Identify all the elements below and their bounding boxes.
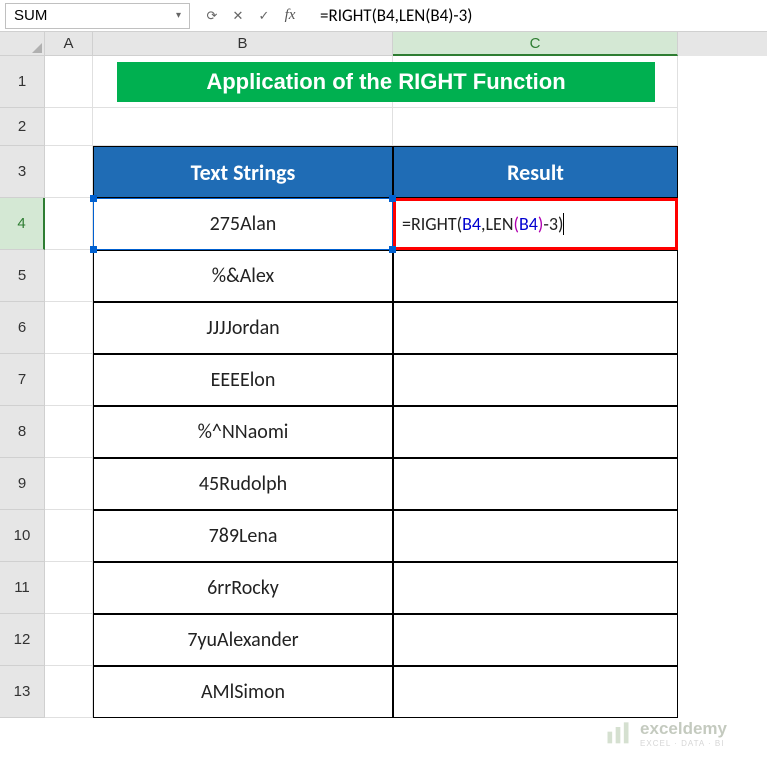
cell-a1[interactable] (45, 56, 93, 108)
cell-c4-editing[interactable]: =RIGHT(B4,LEN(B4)-3) (393, 198, 678, 250)
cancel-icon[interactable]: ✕ (226, 4, 250, 28)
formula-part-3: ,LEN (481, 213, 513, 235)
title-banner: Application of the RIGHT Function (117, 62, 655, 102)
cell-a10[interactable] (45, 510, 93, 562)
row-header-6[interactable]: 6 (0, 302, 45, 354)
watermark-brand: exceldemy (640, 719, 727, 739)
fx-icon[interactable]: fx (278, 4, 302, 28)
cell-b6[interactable]: JJJJordan (93, 302, 393, 354)
select-all-triangle-icon (32, 43, 42, 53)
cell-b9[interactable]: 45Rudolph (93, 458, 393, 510)
cell-a12[interactable] (45, 614, 93, 666)
row-header-5[interactable]: 5 (0, 250, 45, 302)
row-header-11[interactable]: 11 (0, 562, 45, 614)
cell-a9[interactable] (45, 458, 93, 510)
watermark-logo-icon (604, 720, 632, 748)
cell-b13[interactable]: AMlSimon (93, 666, 393, 718)
formula-bar-section: SUM ▾ ⟳ ✕ ✓ fx =RIGHT(B4,LEN(B4)-3) (0, 0, 767, 32)
row-header-col: 1 2 3 4 5 6 7 8 9 10 11 12 13 (0, 56, 45, 718)
cell-a8[interactable] (45, 406, 93, 458)
row-header-12[interactable]: 12 (0, 614, 45, 666)
row-header-3[interactable]: 3 (0, 146, 45, 198)
row-header-4[interactable]: 4 (0, 198, 45, 250)
col-header-a[interactable]: A (45, 32, 93, 56)
watermark-sub: EXCEL · DATA · BI (640, 739, 727, 748)
cell-b5[interactable]: %&Alex (93, 250, 393, 302)
cell-a6[interactable] (45, 302, 93, 354)
name-box[interactable]: SUM ▾ (5, 3, 190, 29)
cell-a4[interactable] (45, 198, 93, 250)
row-header-8[interactable]: 8 (0, 406, 45, 458)
text-cursor (563, 213, 564, 235)
col-header-b[interactable]: B (93, 32, 393, 56)
namebox-value: SUM (14, 7, 47, 24)
cell-c6[interactable] (393, 302, 678, 354)
cell-a7[interactable] (45, 354, 93, 406)
history-icon[interactable]: ⟳ (200, 4, 224, 28)
cell-b8[interactable]: %^NNaomi (93, 406, 393, 458)
cell-a11[interactable] (45, 562, 93, 614)
header-text-strings[interactable]: Text Strings (93, 146, 393, 198)
cell-c9[interactable] (393, 458, 678, 510)
header-result[interactable]: Result (393, 146, 678, 198)
row-header-9[interactable]: 9 (0, 458, 45, 510)
row-header-10[interactable]: 10 (0, 510, 45, 562)
select-all-button[interactable] (0, 32, 45, 56)
watermark: exceldemy EXCEL · DATA · BI (604, 719, 727, 748)
cell-a3[interactable] (45, 146, 93, 198)
cell-grid: Text Strings Result 275Alan =RIGHT(B4,LE… (45, 56, 678, 718)
cell-b2[interactable] (93, 108, 393, 146)
formula-input[interactable]: =RIGHT(B4,LEN(B4)-3) (312, 5, 762, 26)
cell-c2[interactable] (393, 108, 678, 146)
column-header-row: A B C (45, 32, 767, 56)
cell-b7[interactable]: EEEElon (93, 354, 393, 406)
cell-c11[interactable] (393, 562, 678, 614)
cell-b4[interactable]: 275Alan (93, 198, 393, 250)
row-header-7[interactable]: 7 (0, 354, 45, 406)
cell-c12[interactable] (393, 614, 678, 666)
row-header-2[interactable]: 2 (0, 108, 45, 146)
enter-icon[interactable]: ✓ (252, 4, 276, 28)
cell-c8[interactable] (393, 406, 678, 458)
cell-a5[interactable] (45, 250, 93, 302)
chevron-down-icon[interactable]: ▾ (176, 10, 181, 21)
cell-a13[interactable] (45, 666, 93, 718)
formula-part-7: -3) (543, 213, 563, 235)
row-header-1[interactable]: 1 (0, 56, 45, 108)
cell-b12[interactable]: 7yuAlexander (93, 614, 393, 666)
cell-c10[interactable] (393, 510, 678, 562)
col-header-c[interactable]: C (393, 32, 678, 56)
cell-b11[interactable]: 6rrRocky (93, 562, 393, 614)
cell-c7[interactable] (393, 354, 678, 406)
formula-controls: ⟳ ✕ ✓ fx (194, 4, 308, 28)
row-header-13[interactable]: 13 (0, 666, 45, 718)
cell-b10[interactable]: 789Lena (93, 510, 393, 562)
cell-c13[interactable] (393, 666, 678, 718)
cell-c5[interactable] (393, 250, 678, 302)
formula-ref-b4-2: B4 (519, 213, 538, 235)
formula-ref-b4-1: B4 (462, 213, 481, 235)
cell-a2[interactable] (45, 108, 93, 146)
formula-part-1: =RIGHT( (402, 213, 462, 235)
